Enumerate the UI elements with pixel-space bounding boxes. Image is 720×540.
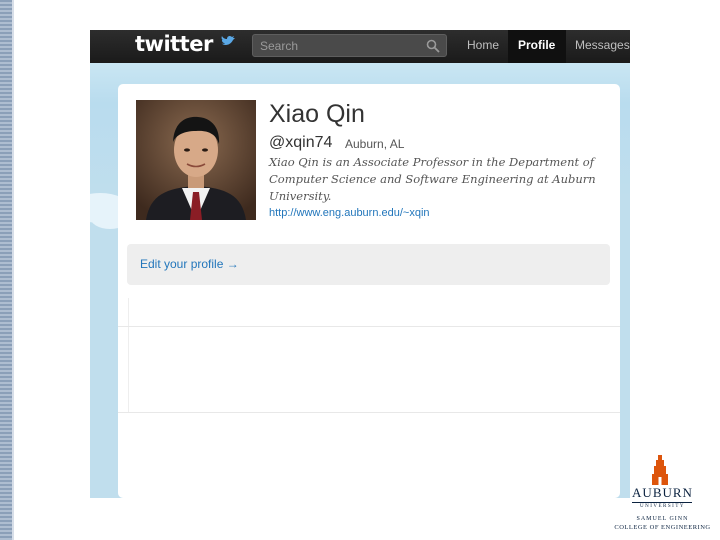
slide-left-strip [0, 0, 12, 540]
search-icon[interactable] [426, 39, 440, 53]
content-seam [128, 298, 129, 412]
logo-rule [632, 502, 692, 503]
top-bar: twitter Search Home Profile Messages [90, 30, 630, 63]
divider [118, 412, 620, 413]
search-input[interactable]: Search [252, 34, 447, 57]
avatar[interactable] [136, 100, 256, 220]
nav-home[interactable]: Home [467, 38, 499, 52]
edit-profile-link[interactable]: Edit your profile → [140, 257, 239, 271]
profile-location: Auburn, AL [345, 137, 405, 151]
profile-name: Xiao Qin [269, 100, 365, 128]
divider [118, 326, 620, 327]
nav-messages[interactable]: Messages [575, 38, 630, 52]
tower-icon [652, 455, 668, 485]
college-name-line1: SAMUEL GINN [636, 516, 689, 522]
auburn-university-text: UNIVERSITY [640, 504, 685, 509]
profile-handle: @xqin74 [269, 134, 333, 151]
search-placeholder: Search [260, 39, 299, 53]
edit-profile-box: Edit your profile → [127, 244, 610, 285]
profile-panel: Xiao Qin @xqin74 Auburn, AL Xiao Qin is … [118, 84, 620, 498]
auburn-wordmark: AUBURN [632, 485, 693, 500]
twitter-screenshot: twitter Search Home Profile Messages Xia… [90, 30, 630, 498]
twitter-logo[interactable]: twitter [135, 32, 213, 56]
nav-profile[interactable]: Profile [518, 38, 555, 52]
slide-left-strip-edge [12, 0, 14, 540]
bird-icon [221, 35, 235, 45]
profile-bio: Xiao Qin is an Associate Professor in th… [269, 155, 596, 203]
profile-url-link[interactable]: http://www.eng.auburn.edu/~xqin [269, 207, 430, 219]
auburn-engineering-logo: AUBURN UNIVERSITY SAMUEL GINN COLLEGE OF… [610, 455, 715, 535]
college-name-line2: COLLEGE OF ENGINEERING [614, 524, 711, 531]
